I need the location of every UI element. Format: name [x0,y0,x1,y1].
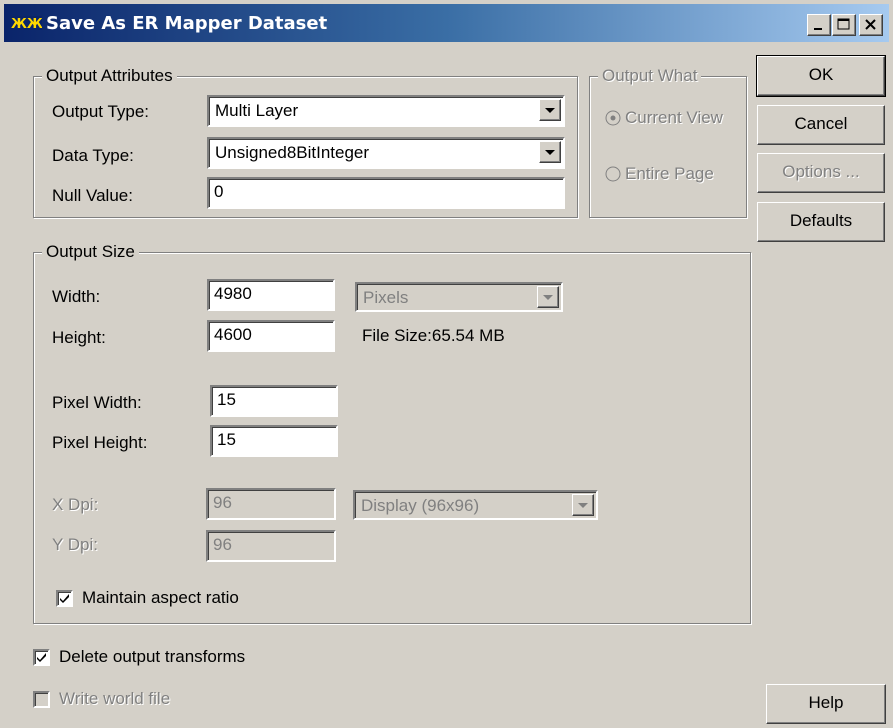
x-dpi-label: X Dpi: [52,495,99,514]
app-icon: ЖЖ [10,16,42,32]
chevron-down-icon [545,108,555,113]
chevron-down-icon [545,150,555,155]
entire-page-radio[interactable] [605,166,621,182]
maintain-aspect-label: Maintain aspect ratio [82,588,239,607]
data-type-select[interactable]: Unsigned8BitInteger [207,137,565,169]
height-label: Height: [52,328,106,347]
output-what-title: Output What [598,66,702,86]
current-view-label: Current View [625,108,723,127]
output-size-title: Output Size [42,242,139,262]
maximize-icon [837,18,850,30]
dpi-mode-select[interactable]: Display (96x96) [353,490,598,520]
window-title: Save As ER Mapper Dataset [46,13,328,34]
delete-transforms-checkbox[interactable] [33,649,50,666]
output-type-label: Output Type: [52,102,150,121]
options-button[interactable]: Options ... [757,153,885,193]
y-dpi-label: Y Dpi: [52,535,98,554]
close-icon [865,19,876,30]
ok-button[interactable]: OK [756,55,886,97]
current-view-radio[interactable] [605,110,621,126]
output-type-dropdown-button[interactable] [539,99,561,121]
pixel-height-label: Pixel Height: [52,433,148,452]
output-attributes-title: Output Attributes [42,66,177,86]
svg-text:ЖЖ: ЖЖ [11,17,42,32]
data-type-label: Data Type: [52,146,134,165]
minimize-icon [814,28,822,30]
minimize-button[interactable] [807,14,831,36]
data-type-value: Unsigned8BitInteger [215,143,370,162]
chevron-down-icon [543,295,553,300]
null-value-label: Null Value: [52,186,133,205]
units-value: Pixels [363,288,409,307]
data-type-dropdown-button[interactable] [539,141,561,163]
title-bar[interactable]: ЖЖ Save As ER Mapper Dataset [4,4,889,42]
pixel-width-input[interactable]: 15 [210,385,338,417]
defaults-button[interactable]: Defaults [757,202,885,242]
file-size-text: File Size:65.54 MB [362,326,505,345]
dpi-mode-dropdown-button[interactable] [572,494,594,516]
null-value-input[interactable]: 0 [207,177,565,209]
checkmark-icon [60,594,69,603]
dialog-window: ЖЖ Save As ER Mapper Dataset Output Attr… [0,0,893,728]
x-dpi-input[interactable]: 96 [206,488,336,520]
write-world-file-label: Write world file [59,689,171,708]
delete-transforms-label: Delete output transforms [59,647,246,666]
pixel-height-input[interactable]: 15 [210,425,338,457]
output-type-value: Multi Layer [215,101,299,120]
width-label: Width: [52,287,101,306]
entire-page-label: Entire Page [625,164,714,183]
maintain-aspect-checkbox[interactable] [56,590,73,607]
pixel-width-label: Pixel Width: [52,393,142,412]
close-button[interactable] [859,14,883,36]
checkmark-icon [37,653,46,662]
help-button[interactable]: Help [766,684,886,724]
units-dropdown-button[interactable] [537,286,559,308]
output-what-group: Output What [589,66,747,218]
output-type-select[interactable]: Multi Layer [207,95,565,127]
maximize-button[interactable] [832,14,856,36]
write-world-file-checkbox[interactable] [33,691,50,708]
chevron-down-icon [578,503,588,508]
cancel-button[interactable]: Cancel [757,105,885,145]
y-dpi-input[interactable]: 96 [206,530,336,562]
dpi-mode-value: Display (96x96) [361,496,480,515]
width-input[interactable]: 4980 [207,279,335,311]
height-input[interactable]: 4600 [207,320,335,352]
units-select[interactable]: Pixels [355,282,563,312]
